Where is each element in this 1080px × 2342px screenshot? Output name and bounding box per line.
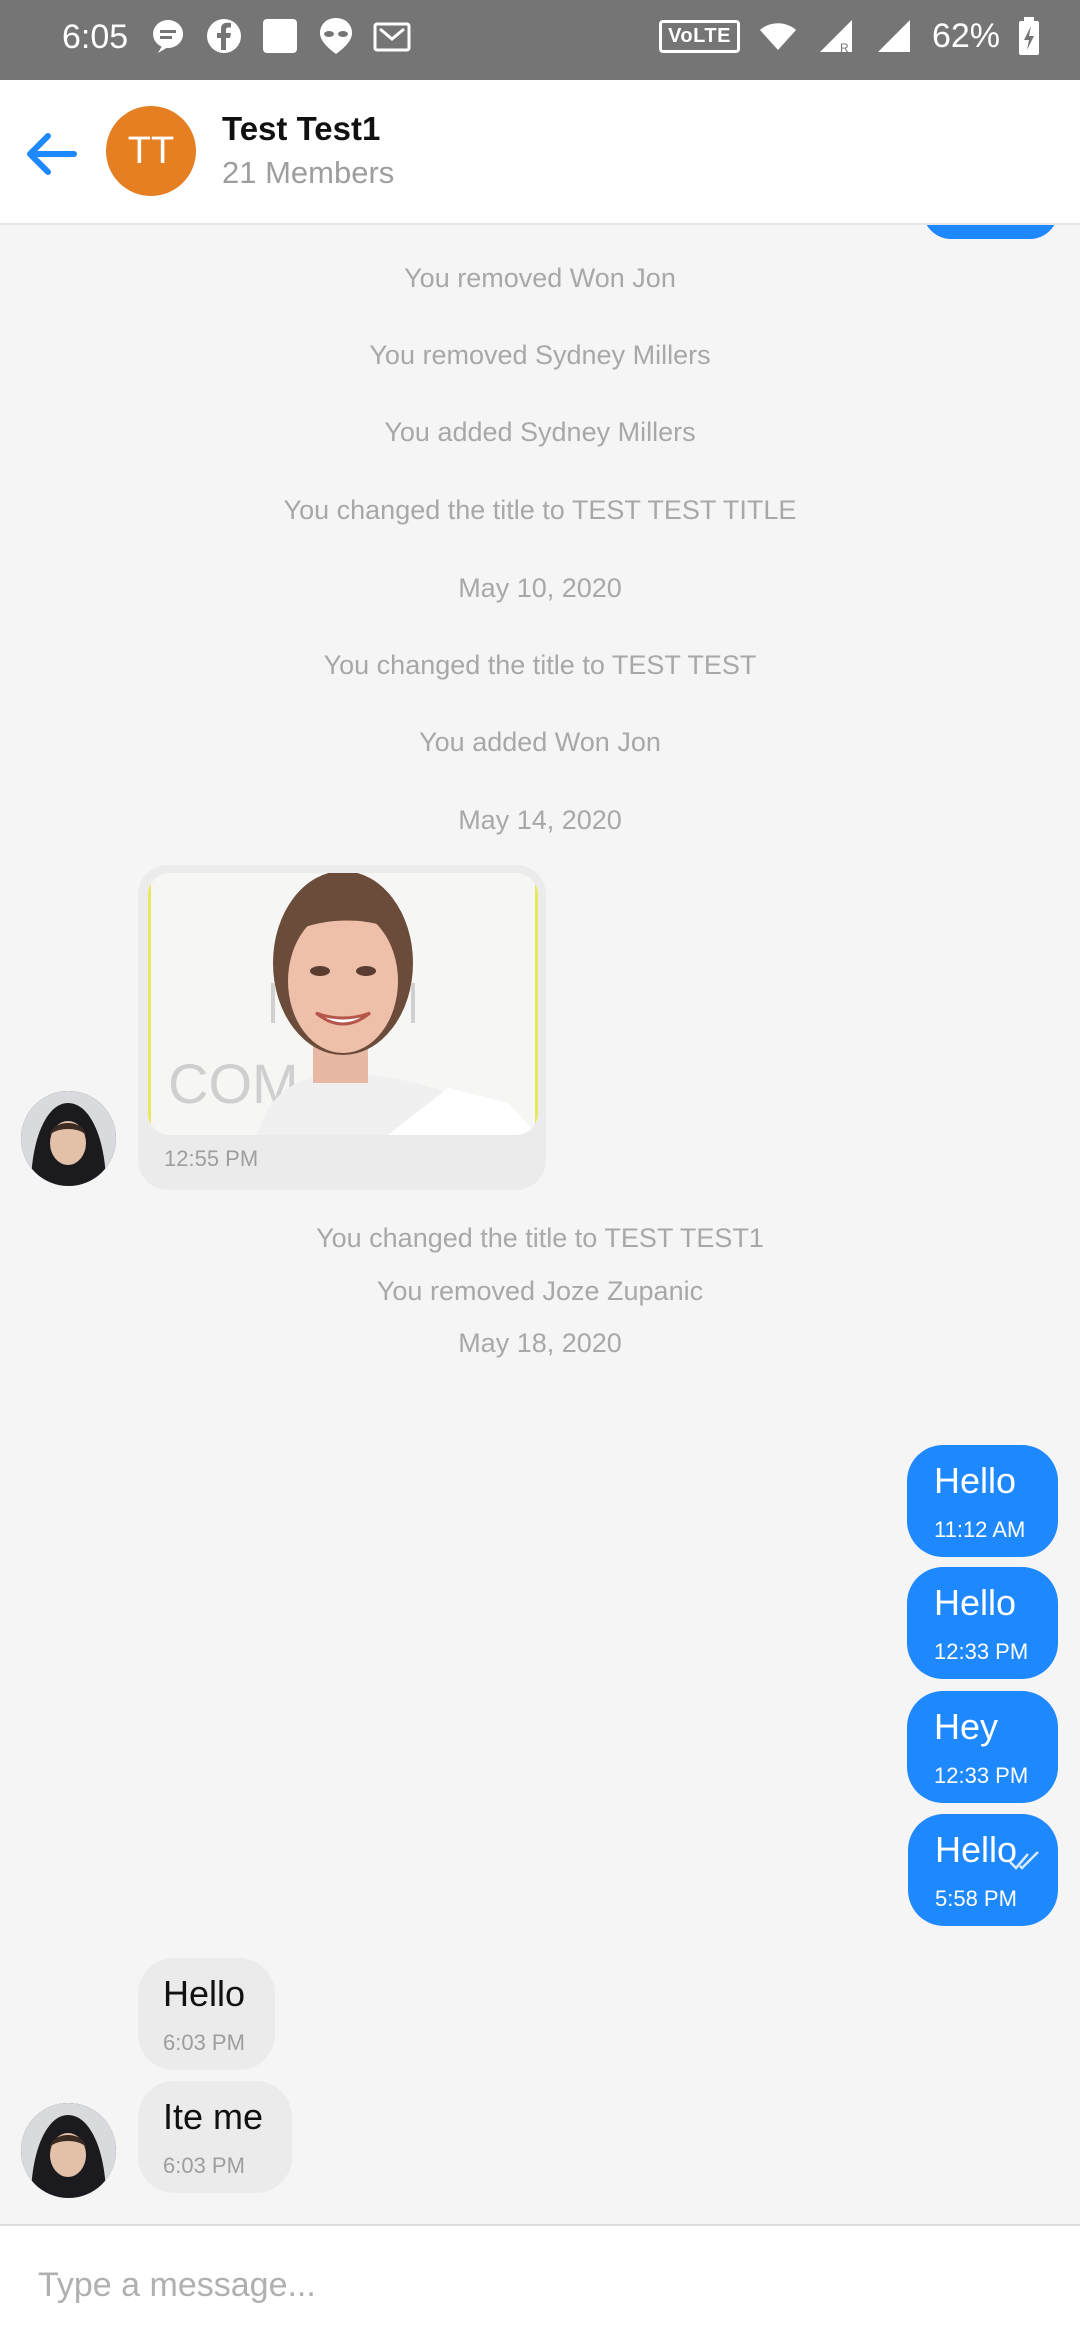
system-message: You added Sydney Millers: [384, 417, 696, 447]
date-separator: May 14, 2020: [458, 805, 622, 835]
system-message: You removed Won Jon: [404, 263, 676, 293]
user-avatar-image: [21, 2103, 116, 2198]
message-text: Hello: [934, 1582, 1017, 1623]
status-bar: 6:05 VoLTE R 62%: [0, 0, 1080, 80]
system-message: You removed Sydney Millers: [369, 340, 711, 370]
battery-charging-icon: [1019, 17, 1039, 55]
system-message: You removed Joze Zupanic: [376, 1276, 704, 1306]
notification-icons: [148, 16, 412, 56]
incoming-message[interactable]: Hello 6:03 PM: [138, 1958, 275, 2070]
outgoing-message[interactable]: Hello 12:33 PM: [907, 1567, 1058, 1679]
system-message: You added Won Jon: [419, 727, 661, 757]
svg-text:R: R: [840, 41, 849, 55]
system-message: You changed the title to TEST TEST: [323, 650, 757, 680]
member-count: 21 Members: [222, 155, 395, 190]
composer-bar: [0, 2224, 1080, 2342]
message-time: 6:03 PM: [163, 2153, 245, 2178]
alien-icon: [320, 18, 352, 54]
message-text: Hello: [163, 1973, 246, 2014]
outgoing-message[interactable]: Hello 11:12 AM: [907, 1445, 1058, 1557]
signal-icon: [877, 20, 910, 52]
date-separator: May 18, 2020: [458, 1328, 622, 1358]
chat-title[interactable]: Test Test1: [222, 110, 380, 148]
system-message: You changed the title to TEST TEST1: [316, 1223, 764, 1253]
signal-r-icon: R: [819, 20, 852, 55]
message-icon: [153, 20, 184, 53]
message-time: 11:12 AM: [934, 1517, 1026, 1542]
message-time: 6:03 PM: [163, 2030, 245, 2055]
message-list[interactable]: You removed Won Jon You removed Sydney M…: [0, 225, 1080, 2225]
date-separator: May 10, 2020: [458, 573, 622, 603]
message-time: 12:33 PM: [934, 1763, 1029, 1788]
system-message: You changed the title to TEST TEST TITLE: [283, 495, 797, 525]
volte-badge: VoLTE: [659, 19, 740, 53]
battery-percent: 62%: [931, 16, 1000, 55]
outgoing-message[interactable]: Hey 12:33 PM: [907, 1691, 1058, 1803]
sender-avatar[interactable]: [21, 1091, 116, 1186]
photo-image: COM: [148, 873, 538, 1135]
back-arrow-icon[interactable]: [22, 124, 82, 184]
sender-avatar[interactable]: [21, 2103, 116, 2198]
message-time: 5:58 PM: [935, 1886, 1017, 1911]
image-message[interactable]: COM 12:55 PM: [138, 865, 546, 1190]
message-time: 12:55 PM: [164, 1146, 259, 1171]
chat-header: TT Test Test1 21 Members: [0, 80, 1080, 225]
incoming-message[interactable]: Ite me 6:03 PM: [138, 2081, 292, 2193]
user-avatar-image: [21, 1091, 116, 1186]
group-avatar[interactable]: TT: [106, 106, 196, 196]
message-text: Hello: [934, 1460, 1017, 1501]
status-time: 6:05: [62, 18, 129, 56]
mail-icon: [373, 22, 411, 52]
double-check-icon: [1009, 1851, 1039, 1870]
wifi-icon: [759, 23, 796, 50]
outgoing-message[interactable]: Hello 5:58 PM: [908, 1814, 1058, 1926]
facebook-icon: [207, 19, 241, 53]
message-text: Ite me: [163, 2096, 264, 2137]
message-input[interactable]: [36, 2256, 1040, 2314]
square-icon: [263, 19, 297, 53]
shared-photo[interactable]: COM: [148, 873, 538, 1135]
message-time: 12:33 PM: [934, 1639, 1029, 1664]
system-icons: VoLTE R 62%: [659, 16, 1040, 56]
message-text: Hey: [934, 1706, 999, 1747]
partial-outgoing-bubble[interactable]: [923, 225, 1058, 239]
